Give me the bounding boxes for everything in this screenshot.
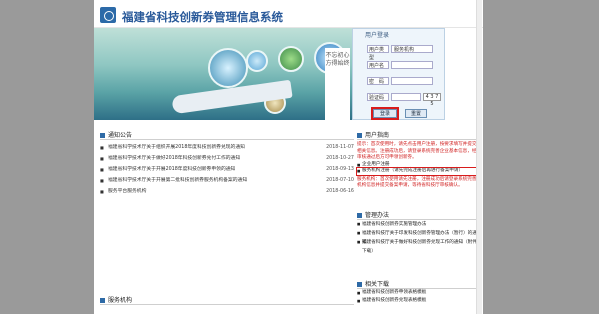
mgmt-heading: 管理办法 <box>357 211 479 220</box>
username-row: 用户名 <box>367 61 433 69</box>
scrollbar[interactable] <box>476 0 482 314</box>
banner-sign: 不忘初心方得始终 <box>325 48 350 122</box>
username-input[interactable] <box>391 61 433 69</box>
related-section: 相关下载 福建省科技创新券申领表格模板 福建省科技创新券兑现表格模板 <box>357 280 479 305</box>
captcha-image[interactable]: 4 3 7 5 <box>423 93 441 107</box>
user-type-label: 用户类型 <box>367 45 389 61</box>
notice-list: 福建省科学技术厅关于组织开展2018年度科技创新券兑现的通知2018-11-07… <box>100 142 354 197</box>
list-item[interactable]: 福建省科学技术厅关于做好2018年科技创新券兑付工作的通知2018-10-27 <box>100 153 354 164</box>
list-item[interactable]: 服务平台服务机构2018-06-16 <box>100 186 354 197</box>
logo-icon <box>100 7 116 23</box>
list-item[interactable]: 福建省科技厅关于印发科技创新券管理办法（暂行）的通知 <box>357 229 479 245</box>
notice-heading: 通知公告 <box>100 131 354 140</box>
captcha-label: 验证码 <box>367 93 389 101</box>
guide-link-institution[interactable]: 服务机构注册（请先完成注册后再进行备案申请） <box>356 167 480 176</box>
login-panel: 用户登录 用户类型 服务机构 用户名 密 码 验证码 4 3 7 5 登录 重置 <box>352 28 445 120</box>
header: 福建省科技创新券管理信息系统 <box>94 0 483 28</box>
list-item[interactable]: 福建省科学技术厅关于开展第二批科技创新券服务机构备案的通知2018-07-10 <box>100 175 354 186</box>
related-heading: 相关下载 <box>357 280 479 289</box>
page-title: 福建省科技创新券管理信息系统 <box>122 10 283 24</box>
list-item[interactable]: 福建省科技厅关于做好科技创新券兑现工作的通知（附件下载） <box>357 238 479 254</box>
username-label: 用户名 <box>367 61 389 69</box>
reset-button[interactable]: 重置 <box>405 109 427 118</box>
circle-image-field <box>278 46 304 72</box>
page: 福建省科技创新券管理信息系统 不忘初心方得始终 用户登录 用户类型 服务机构 用… <box>94 0 483 314</box>
password-input[interactable] <box>391 77 433 85</box>
list-item[interactable]: 福建省科技创新券实施管理办法 <box>357 220 479 229</box>
list-item[interactable]: 福建省科技创新券兑现表格模板 <box>357 297 479 305</box>
list-item[interactable]: 福建省科学技术厅关于开展2018年度科技创新券申领的通知2018-09-13 <box>100 164 354 175</box>
guide-section: 用户指南 提示：首次使用时，请先点击用户注册，按要求填写并提交相关信息。注册成功… <box>356 131 480 190</box>
stats-section: 服务机构 <box>100 296 354 305</box>
captcha-row: 验证码 4 3 7 5 <box>367 93 441 107</box>
login-title: 用户登录 <box>365 32 390 39</box>
user-type-row: 用户类型 服务机构 <box>367 45 433 61</box>
user-type-select[interactable]: 服务机构 <box>391 45 433 53</box>
captcha-input[interactable] <box>391 93 421 101</box>
list-item[interactable]: 福建省科技创新券申领表格模板 <box>357 289 479 297</box>
stats-heading: 服务机构 <box>100 296 354 305</box>
guide-text: 提示：首次使用时，请先点击用户注册，按要求填写并提交相关信息。注册成功后，请登录… <box>357 142 477 160</box>
guide-heading: 用户指南 <box>357 131 479 140</box>
banner-image: 不忘初心方得始终 <box>94 28 352 122</box>
circle-image-wind <box>208 48 248 88</box>
circle-image-sky <box>246 50 268 72</box>
list-item[interactable]: 福建省科学技术厅关于组织开展2018年度科技创新券兑现的通知2018-11-07 <box>100 142 354 153</box>
notice-section: 通知公告 福建省科学技术厅关于组织开展2018年度科技创新券兑现的通知2018-… <box>100 131 354 197</box>
mgmt-section: 管理办法 福建省科技创新券实施管理办法 福建省科技厅关于印发科技创新券管理办法（… <box>357 211 479 254</box>
login-button[interactable]: 登录 <box>371 107 399 120</box>
guide-red-note: 服务机构：首次使用请先注册，注册成功后请登录系统完善机构信息并提交备案申请，等待… <box>357 176 477 189</box>
password-label: 密 码 <box>367 77 389 85</box>
password-row: 密 码 <box>367 77 433 85</box>
